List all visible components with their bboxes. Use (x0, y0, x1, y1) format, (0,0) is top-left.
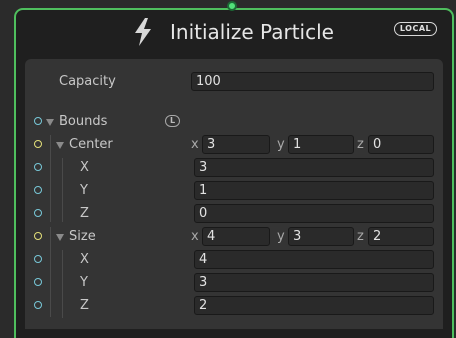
center-z-value-field[interactable]: 0 (194, 204, 434, 223)
center-z-label: Z (80, 206, 89, 221)
size-label: Size (69, 229, 96, 244)
center-port[interactable] (34, 140, 42, 148)
size-y-field[interactable]: 3 (288, 227, 354, 246)
center-x-axis-label: x (191, 137, 199, 152)
center-collapse-arrow[interactable] (56, 142, 64, 149)
size-port[interactable] (34, 232, 42, 240)
tree-guide (62, 158, 63, 222)
tree-guide (62, 250, 63, 318)
bounds-label: Bounds (59, 114, 108, 129)
size-y-value-field[interactable]: 3 (194, 273, 434, 292)
lightning-icon (135, 18, 151, 46)
size-collapse-arrow[interactable] (56, 234, 64, 241)
center-y-axis-label: y (277, 137, 285, 152)
size-x-axis-label: x (191, 229, 199, 244)
center-y-value-field[interactable]: 1 (194, 181, 434, 200)
capacity-label: Capacity (59, 74, 116, 89)
size-z-field[interactable]: 2 (368, 227, 434, 246)
center-z-port[interactable] (34, 209, 42, 217)
center-y-field[interactable]: 1 (288, 135, 354, 154)
size-y-port[interactable] (34, 278, 42, 286)
center-x-value-field[interactable]: 3 (194, 158, 434, 177)
space-toggle-badge[interactable]: LOCAL (394, 22, 437, 36)
center-label: Center (69, 137, 113, 152)
tree-guide (50, 227, 51, 317)
size-x-port[interactable] (34, 255, 42, 263)
size-x-value-field[interactable]: 4 (194, 250, 434, 269)
center-x-field[interactable]: 3 (202, 135, 270, 154)
size-z-label: Z (80, 298, 89, 313)
size-z-value-field[interactable]: 2 (194, 296, 434, 315)
bounds-space-badge[interactable]: L (165, 115, 180, 127)
size-y-axis-label: y (277, 229, 285, 244)
size-x-label: X (80, 252, 89, 267)
bounds-collapse-arrow[interactable] (46, 119, 54, 126)
center-y-port[interactable] (34, 186, 42, 194)
center-x-label: X (80, 160, 89, 175)
flow-input-port[interactable] (227, 1, 237, 11)
size-x-field[interactable]: 4 (202, 227, 270, 246)
center-y-label: Y (80, 183, 88, 198)
center-x-port[interactable] (34, 163, 42, 171)
size-y-label: Y (80, 275, 88, 290)
capacity-field[interactable]: 100 (191, 72, 434, 91)
node-title: Initialize Particle (170, 20, 334, 44)
size-z-port[interactable] (34, 301, 42, 309)
size-z-axis-label: z (357, 229, 364, 244)
tree-guide (50, 135, 51, 222)
bounds-port[interactable] (34, 117, 42, 125)
center-z-axis-label: z (357, 137, 364, 152)
center-z-field[interactable]: 0 (368, 135, 434, 154)
